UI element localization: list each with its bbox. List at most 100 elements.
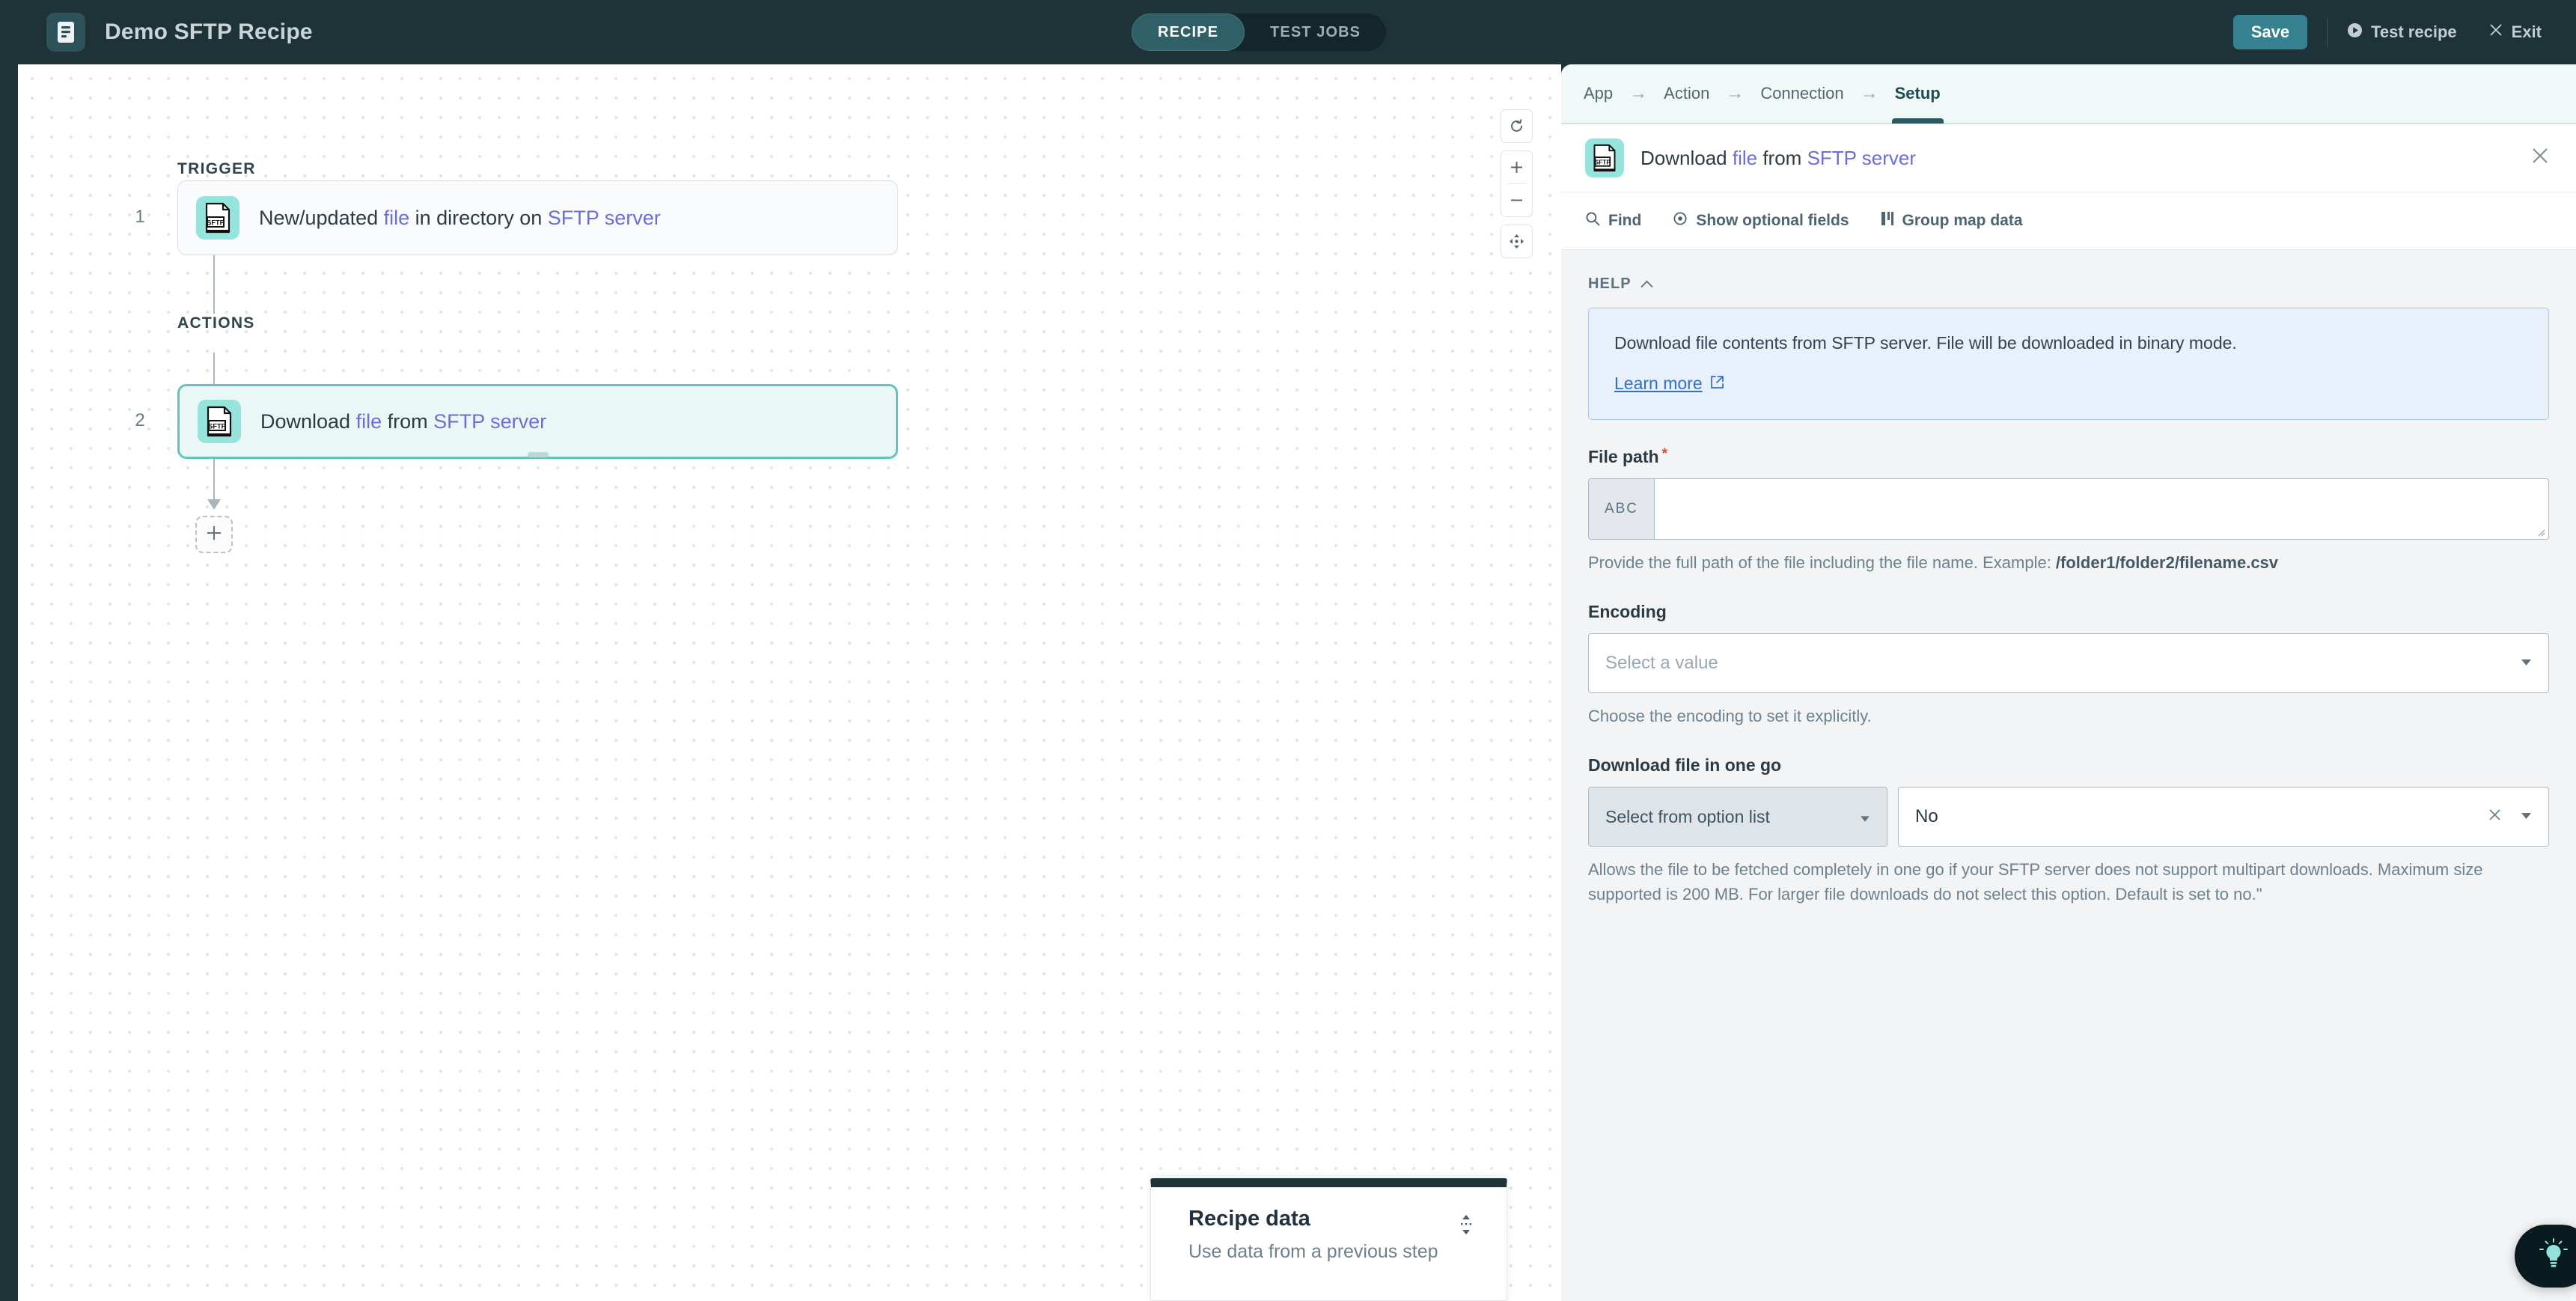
top-bar-actions: Save Test recipe Exit xyxy=(2233,0,2542,64)
save-button[interactable]: Save xyxy=(2233,15,2307,49)
learn-more-link[interactable]: Learn more xyxy=(1614,374,1724,394)
node-collapse-handle[interactable] xyxy=(528,452,549,457)
panel-header-title: Download file from SFTP server xyxy=(1640,147,1916,170)
exit-button[interactable]: Exit xyxy=(2488,22,2542,42)
file-path-hint: Provide the full path of the file includ… xyxy=(1588,550,2549,575)
panel-header: SFTP Download file from SFTP server xyxy=(1561,124,2576,192)
brand: Demo SFTP Recipe xyxy=(46,13,313,52)
tab-action[interactable]: Action xyxy=(1664,64,1709,124)
recipe-title: Demo SFTP Recipe xyxy=(105,19,313,45)
chevron-down-icon xyxy=(1860,807,1870,827)
arrow-icon: → xyxy=(1861,83,1878,104)
recipe-canvas[interactable]: TRIGGER 1 SFTP New/updated file in direc… xyxy=(18,64,1561,1301)
pan-fit-button[interactable] xyxy=(1501,225,1533,258)
find-button[interactable]: Find xyxy=(1585,211,1641,231)
zoom-in-button[interactable] xyxy=(1501,151,1533,183)
option-list-mode-select[interactable]: Select from option list xyxy=(1588,787,1887,847)
step-number-2: 2 xyxy=(125,410,155,431)
add-step-button[interactable] xyxy=(195,516,233,553)
connector-line xyxy=(213,459,215,501)
zoom-out-icon xyxy=(1510,193,1524,207)
field-download-one-go: Download file in one go Select from opti… xyxy=(1588,755,2549,907)
group-map-data-label: Group map data xyxy=(1902,212,2023,230)
field-encoding: Encoding Select a value Choose the encod… xyxy=(1588,602,2549,728)
step-config-panel: App → Action → Connection → Setup SFTP D… xyxy=(1561,64,2576,1301)
show-optional-fields-label: Show optional fields xyxy=(1696,212,1849,230)
tab-test-jobs[interactable]: TEST JOBS xyxy=(1245,13,1386,51)
tab-recipe[interactable]: RECIPE xyxy=(1132,13,1245,51)
chevron-down-icon xyxy=(2521,656,2532,670)
tab-app[interactable]: App xyxy=(1584,64,1613,124)
panel-body: HELP Download file contents from SFTP se… xyxy=(1561,250,2576,1301)
download-one-go-select[interactable]: No xyxy=(1898,787,2549,847)
download-one-go-value-wrap: No xyxy=(1898,787,2549,847)
action-node-download-file[interactable]: SFTP Download file from SFTP server xyxy=(177,384,898,459)
view-switcher: RECIPE TEST JOBS xyxy=(1132,13,1386,51)
chevron-up-icon xyxy=(1640,275,1653,293)
panel-breadcrumb-tabs: App → Action → Connection → Setup xyxy=(1561,64,2576,124)
lightbulb-icon xyxy=(2538,1237,2569,1276)
download-one-go-hint: Allows the file to be fetched completely… xyxy=(1588,857,2549,907)
plus-icon xyxy=(206,525,222,545)
show-optional-fields-button[interactable]: Show optional fields xyxy=(1673,211,1849,231)
reset-view-button[interactable] xyxy=(1501,109,1533,143)
svg-text:SFTP: SFTP xyxy=(1595,159,1611,166)
encoding-placeholder: Select a value xyxy=(1605,653,1718,674)
close-x-icon xyxy=(2488,22,2503,42)
close-panel-button[interactable] xyxy=(2530,145,2551,170)
arrow-icon: → xyxy=(1629,83,1647,104)
trigger-node[interactable]: SFTP New/updated file in directory on SF… xyxy=(177,180,898,255)
find-label: Find xyxy=(1608,212,1641,230)
zoom-controls xyxy=(1501,150,1533,217)
action-node-label: Download file from SFTP server xyxy=(260,410,546,433)
help-box: Download file contents from SFTP server.… xyxy=(1588,308,2549,420)
drag-handle-icon[interactable] xyxy=(1459,1214,1474,1239)
columns-icon xyxy=(1881,211,1894,231)
zoom-in-icon xyxy=(1510,160,1524,174)
sftp-file-icon: SFTP xyxy=(198,400,241,443)
file-path-label: File path* xyxy=(1588,447,2549,467)
search-icon xyxy=(1585,211,1600,231)
arrow-icon: → xyxy=(1726,83,1744,104)
file-path-input[interactable] xyxy=(1654,478,2549,540)
encoding-hint: Choose the encoding to set it explicitly… xyxy=(1588,704,2549,728)
svg-text:SFTP: SFTP xyxy=(207,219,224,227)
step-number-1: 1 xyxy=(125,207,155,228)
clear-x-icon[interactable] xyxy=(2488,808,2502,826)
zoom-out-button[interactable] xyxy=(1501,184,1533,216)
test-recipe-label: Test recipe xyxy=(2371,22,2457,42)
sftp-file-icon: SFTP xyxy=(196,196,239,240)
play-circle-icon xyxy=(2347,22,2363,43)
assistant-button[interactable] xyxy=(2515,1225,2576,1288)
download-one-go-value: No xyxy=(1915,806,1938,827)
recipe-data-title: Recipe data xyxy=(1188,1207,1478,1231)
canvas-controls xyxy=(1501,109,1533,266)
recipe-data-subtitle: Use data from a previous step xyxy=(1188,1241,1478,1263)
recipe-data-panel[interactable]: Recipe data Use data from a previous ste… xyxy=(1150,1178,1507,1301)
external-link-icon xyxy=(1710,374,1724,394)
connector-arrow xyxy=(207,499,221,510)
help-section-toggle[interactable]: HELP xyxy=(1588,275,2549,293)
datatype-toggle-abc[interactable]: ABC xyxy=(1588,478,1654,540)
group-map-data-button[interactable]: Group map data xyxy=(1881,211,2023,231)
field-file-path: File path* ABC Provide the full path of … xyxy=(1588,447,2549,575)
test-recipe-button[interactable]: Test recipe xyxy=(2347,22,2457,43)
sftp-file-icon: SFTP xyxy=(1585,138,1624,177)
chevron-down-icon xyxy=(2521,810,2532,823)
download-one-go-label: Download file in one go xyxy=(1588,755,2549,776)
tab-setup[interactable]: Setup xyxy=(1895,64,1941,124)
reset-view-icon xyxy=(1501,110,1533,142)
panel-toolbar: Find Show optional fields Group map data xyxy=(1561,192,2576,250)
divider xyxy=(2327,17,2328,47)
encoding-label: Encoding xyxy=(1588,602,2549,622)
app-logo-icon[interactable] xyxy=(46,13,85,52)
learn-more-label: Learn more xyxy=(1614,374,1703,394)
help-section-label: HELP xyxy=(1588,275,1632,293)
encoding-select[interactable]: Select a value xyxy=(1588,633,2549,693)
pan-fit-icon xyxy=(1501,225,1533,258)
top-bar: Demo SFTP Recipe RECIPE TEST JOBS Save T… xyxy=(0,0,2576,64)
resize-grip-icon xyxy=(2535,526,2545,537)
tab-connection[interactable]: Connection xyxy=(1760,64,1843,124)
svg-text:SFTP: SFTP xyxy=(208,423,225,430)
actions-section-label: ACTIONS xyxy=(177,314,255,332)
